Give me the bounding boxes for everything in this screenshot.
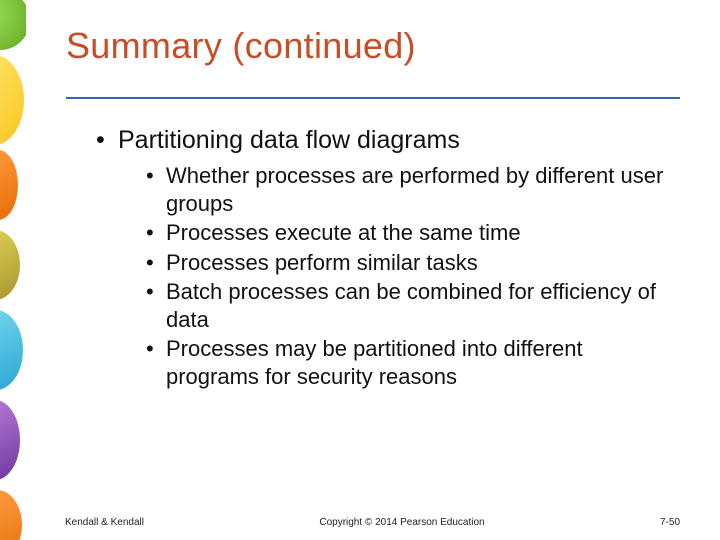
decor-blob <box>0 310 23 390</box>
footer-page-number: 7-50 <box>660 517 690 528</box>
decor-blob <box>0 0 26 50</box>
decor-blob <box>0 490 22 540</box>
decor-blob <box>0 400 20 480</box>
bullet-sub: Whether processes are performed by diffe… <box>146 162 680 217</box>
bullet-sub: Processes perform similar tasks <box>146 249 680 277</box>
bullet-list-level2: Whether processes are performed by diffe… <box>146 162 680 390</box>
slide-title: Summary (continued) <box>66 25 680 67</box>
bullet-sub: Batch processes can be combined for effi… <box>146 278 680 333</box>
title-divider <box>66 97 680 99</box>
decorative-sidebar <box>0 0 26 540</box>
footer-authors: Kendall & Kendall <box>65 517 144 528</box>
bullet-sub: Processes execute at the same time <box>146 219 680 247</box>
decor-blob <box>0 55 24 145</box>
footer-copyright: Copyright © 2014 Pearson Education <box>144 517 660 528</box>
decor-blob <box>0 150 18 220</box>
slide-footer: Kendall & Kendall Copyright © 2014 Pears… <box>65 517 690 528</box>
decor-blob <box>0 230 20 300</box>
bullet-main-text: Partitioning data flow diagrams <box>118 126 460 154</box>
bullet-sub: Processes may be partitioned into differ… <box>146 335 680 390</box>
bullet-main: Partitioning data flow diagrams Whether … <box>96 125 680 390</box>
bullet-list-level1: Partitioning data flow diagrams Whether … <box>96 125 680 390</box>
slide-body: Summary (continued) Partitioning data fl… <box>26 0 720 540</box>
